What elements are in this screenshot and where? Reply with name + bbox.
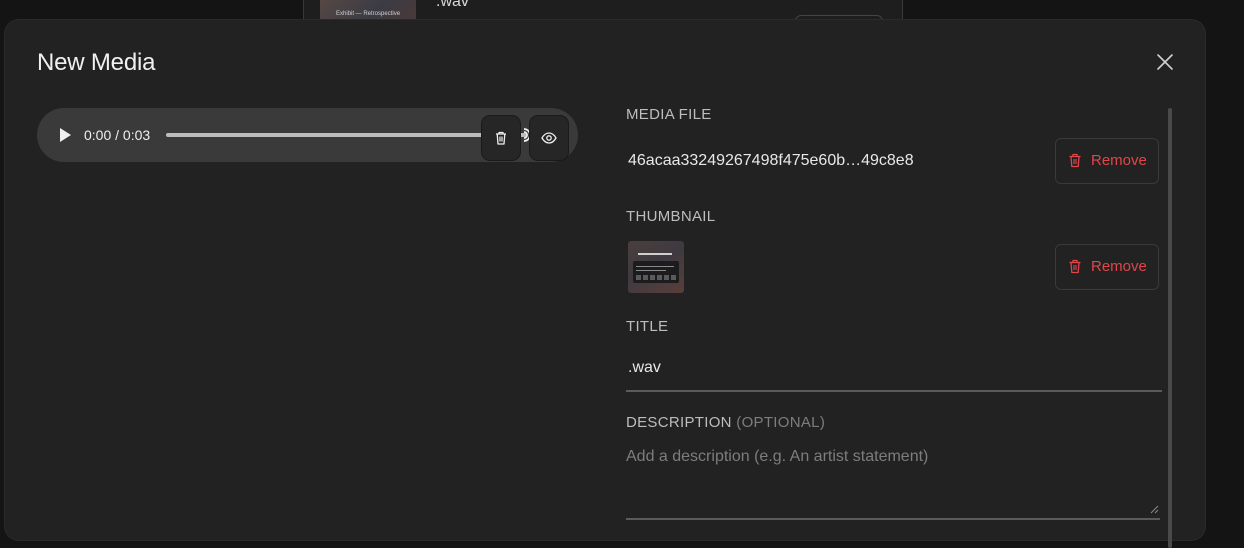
optional-tag: (OPTIONAL) [736, 414, 826, 431]
play-button[interactable] [57, 126, 73, 144]
scrollbar[interactable] [1168, 108, 1172, 548]
new-media-modal: New Media 0:00 / 0:03 MEDIA FILE 46acaa3… [5, 20, 1205, 548]
play-icon [60, 128, 71, 142]
remove-thumbnail-button[interactable]: Remove [1055, 244, 1159, 290]
preview-media-button[interactable] [530, 116, 568, 160]
media-file-label: MEDIA FILE [626, 106, 712, 123]
close-button[interactable] [1153, 50, 1177, 74]
delete-media-button[interactable] [482, 116, 520, 160]
background-thumb-caption: Exhibit — Retrospective [336, 11, 401, 17]
title-input[interactable] [626, 346, 1162, 392]
media-file-name: 46acaa33249267498f475e60b…49c8e8 [628, 152, 914, 169]
remove-media-file-button[interactable]: Remove [1055, 138, 1159, 184]
background-item-title: .wav [436, 0, 469, 10]
title-label: TITLE [626, 318, 669, 335]
remove-label: Remove [1091, 152, 1147, 169]
thumbnail-image [628, 241, 684, 293]
description-label: DESCRIPTION (OPTIONAL) [626, 414, 825, 431]
trash-icon [1069, 259, 1081, 274]
background-thumbnail: Exhibit — Retrospective [320, 0, 416, 21]
thumbnail-label: THUMBNAIL [626, 208, 716, 225]
eye-icon [541, 132, 557, 144]
description-label-text: DESCRIPTION [626, 414, 732, 431]
player-time: 0:00 / 0:03 [84, 127, 151, 143]
resize-grip-icon[interactable] [1149, 504, 1159, 514]
description-textarea[interactable] [626, 444, 1160, 520]
trash-icon [1069, 153, 1081, 168]
player-seek-bar[interactable] [166, 133, 526, 137]
close-icon [1157, 54, 1173, 70]
remove-label: Remove [1091, 258, 1147, 275]
modal-title: New Media [37, 49, 156, 76]
trash-icon [496, 131, 506, 145]
